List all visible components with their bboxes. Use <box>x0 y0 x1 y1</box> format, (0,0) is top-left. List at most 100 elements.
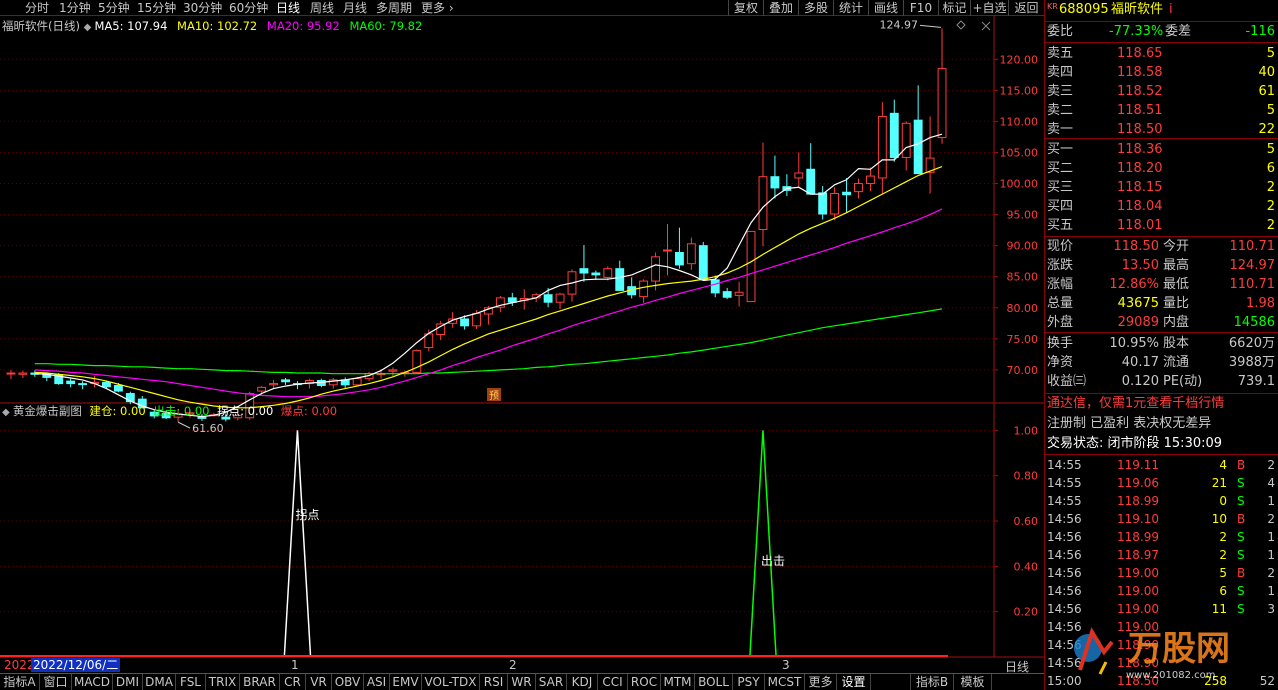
indicator-tabs: 指标A 窗口 MACD DMI DMA FSL TRIX BRAR CR VR … <box>0 673 1044 690</box>
tick-price: 119.06 <box>1117 476 1159 490</box>
candle-up <box>18 372 28 375</box>
tick-time: 14:55 <box>1047 476 1082 490</box>
period-monthly[interactable]: 月线 <box>343 0 367 16</box>
tab-kdj[interactable]: KDJ <box>567 674 598 690</box>
ma60-value: MA60: 79.82 <box>349 19 423 33</box>
tab-obv[interactable]: OBV <box>332 674 364 690</box>
indicator-title: 黄金爆击副图 <box>12 404 82 418</box>
period-15min[interactable]: 15分钟 <box>137 0 176 16</box>
chart-option-icon <box>956 20 966 30</box>
period-30min[interactable]: 30分钟 <box>183 0 222 16</box>
bid-label: 买一 <box>1047 142 1074 157</box>
period-weekly[interactable]: 周线 <box>310 0 334 16</box>
chart-title: 福昕软件(日线) <box>2 19 80 33</box>
quote-label: 涨跌 <box>1047 258 1074 273</box>
indicator-settings-icon[interactable]: ◆ <box>2 407 13 418</box>
tab-wr[interactable]: WR <box>508 674 536 690</box>
fuquan-button[interactable]: 复权 <box>728 0 763 16</box>
kline-chart[interactable]: 70.00 75.00 80.00 85.00 90.00 95.00 100.00 105.… <box>0 16 1044 673</box>
tick-row: 14:56 119.00 6 S 1 <box>1047 582 1277 600</box>
tab-trix[interactable]: TRIX <box>206 674 240 690</box>
mark-button[interactable]: 标记 <box>938 0 970 16</box>
overlay-button[interactable]: 叠加 <box>763 0 798 16</box>
tick-volume: 6 <box>1219 584 1227 598</box>
divider <box>1045 393 1278 394</box>
period-5min[interactable]: 5分钟 <box>98 0 130 16</box>
ma10-line <box>34 166 943 409</box>
ad-text-2[interactable]: 注册制 已盈利 表决权无差异 <box>1047 415 1211 433</box>
period-1min[interactable]: 1分钟 <box>59 0 91 16</box>
quote-row: 现价 118.50 今开 110.71 <box>1047 238 1277 256</box>
ask-volume: 5 <box>1266 46 1275 61</box>
tab-template[interactable]: 模板 <box>954 674 992 690</box>
tab-vr[interactable]: VR <box>306 674 332 690</box>
period-multi[interactable]: 多周期 <box>376 0 412 16</box>
add-watchlist-button[interactable]: +自选 <box>970 0 1008 16</box>
high-marker-arrow <box>919 24 942 28</box>
fund-label: 流通 <box>1163 355 1190 370</box>
tab-emv[interactable]: EMV <box>390 674 422 690</box>
tab-roc[interactable]: ROC <box>628 674 661 690</box>
weibi-row: 委比 -77.33% 委差 -116 <box>1047 23 1277 41</box>
price-tick-label: 85.00 <box>1007 271 1039 284</box>
tick-row: 14:56 118.99 2 S 1 <box>1047 528 1277 546</box>
month-label-3: 3 <box>782 658 790 672</box>
tab-dmi[interactable]: DMI <box>113 674 143 690</box>
tab-dma[interactable]: DMA <box>143 674 176 690</box>
indicator-tick-label: 1.00 <box>1014 424 1039 437</box>
bid-row: 买三 118.15 2 <box>1047 179 1277 197</box>
multi-stock-button[interactable]: 多股 <box>798 0 833 16</box>
info-icon[interactable]: i <box>1169 1 1173 19</box>
candle-down <box>66 380 76 385</box>
tab-window[interactable]: 窗口 <box>40 674 72 690</box>
back-button[interactable]: 返回 <box>1008 0 1044 16</box>
tab-mcst[interactable]: MCST <box>765 674 805 690</box>
candle-down <box>78 383 88 386</box>
tab-more[interactable]: 更多 <box>805 674 837 690</box>
ad-row-2[interactable]: 注册制 已盈利 表决权无差异 <box>1047 415 1277 433</box>
tab-sar[interactable]: SAR <box>536 674 567 690</box>
tab-boll[interactable]: BOLL <box>695 674 733 690</box>
ad-text-1[interactable]: 通达信，仅需1元查看千档行情 <box>1047 395 1224 413</box>
period-fenshi[interactable]: 分时 <box>25 0 49 16</box>
tab-cci[interactable]: CCI <box>598 674 628 690</box>
period-daily[interactable]: 日线 <box>276 0 300 16</box>
ma-settings-icon[interactable]: ◆ <box>84 22 95 33</box>
ask-price: 118.52 <box>1117 84 1163 99</box>
quote-row: 外盘 29089 内盘 14586 <box>1047 314 1277 332</box>
ad-row-1[interactable]: 通达信，仅需1元查看千档行情 <box>1047 395 1277 413</box>
tab-rsi[interactable]: RSI <box>480 674 508 690</box>
fund-label: PE(动) <box>1163 374 1203 389</box>
tab-macd[interactable]: MACD <box>72 674 113 690</box>
stats-button[interactable]: 统计 <box>833 0 868 16</box>
period-60min[interactable]: 60分钟 <box>229 0 268 16</box>
jiancang-value: 建仓: 0.00 <box>89 404 146 418</box>
tab-asi[interactable]: ASI <box>364 674 390 690</box>
quote-value: 1.98 <box>1246 296 1275 311</box>
ma-legend: 福昕软件(日线) ◆ MA5: 107.94 MA10: 102.72 MA20… <box>2 18 422 34</box>
tab-settings[interactable]: 设置 <box>837 674 871 690</box>
quote-label: 内盘 <box>1163 315 1190 330</box>
tab-indicator-a[interactable]: 指标A <box>0 674 40 690</box>
bid-volume: 5 <box>1266 142 1275 157</box>
f10-button[interactable]: F10 <box>903 0 938 16</box>
tick-volume: 10 <box>1211 512 1227 526</box>
tab-mtm[interactable]: MTM <box>661 674 695 690</box>
tab-vol-tdx[interactable]: VOL-TDX <box>422 674 480 690</box>
low-marker-arrow <box>177 421 191 429</box>
candle-up <box>257 386 267 392</box>
tab-indicator-b[interactable]: 指标B <box>910 674 954 690</box>
tab-fsl[interactable]: FSL <box>176 674 206 690</box>
period-more[interactable]: 更多 › <box>421 0 454 16</box>
weibi-value: -77.33% <box>1109 24 1164 39</box>
stock-name: 福昕软件 <box>1111 2 1164 17</box>
tick-volume: 5 <box>1219 566 1227 580</box>
tab-brar[interactable]: BRAR <box>240 674 280 690</box>
tick-volume: 2 <box>1219 530 1227 544</box>
ask-row: 卖四 118.58 40 <box>1047 64 1277 82</box>
bid-label: 买四 <box>1047 199 1074 214</box>
tab-cr[interactable]: CR <box>280 674 306 690</box>
tick-price: 119.10 <box>1117 512 1159 526</box>
draw-line-button[interactable]: 画线 <box>868 0 903 16</box>
tab-psy[interactable]: PSY <box>733 674 765 690</box>
